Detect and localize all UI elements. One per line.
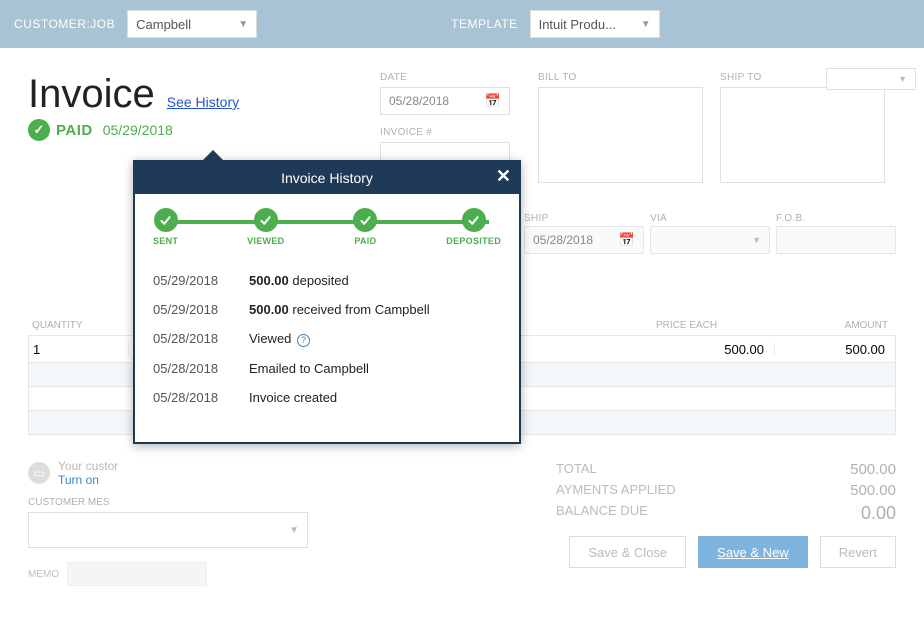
checkmark-icon (154, 208, 178, 232)
history-text: Invoice created (249, 390, 337, 405)
via-label: VIA (650, 213, 770, 224)
info-icon[interactable]: ? (297, 334, 310, 347)
customer-message-label: CUSTOMER MES (28, 497, 308, 508)
cell-amount: 500.00 (775, 342, 895, 357)
payments-label: AYMENTS APPLIED (556, 482, 676, 499)
ship-to-dropdown[interactable]: ▼ (826, 68, 916, 90)
history-date: 05/29/2018 (153, 302, 231, 317)
checkmark-icon (353, 208, 377, 232)
turn-on-link[interactable]: Turn on (58, 473, 99, 487)
col-price: PRICE EACH (656, 320, 776, 331)
bill-to-input[interactable] (538, 87, 703, 183)
history-row: 05/29/2018 500.00 received from Campbell (153, 295, 501, 324)
history-date: 05/28/2018 (153, 331, 231, 347)
timeline-step-paid: PAID (353, 208, 377, 246)
checkmark-icon (462, 208, 486, 232)
save-close-button[interactable]: Save & Close (569, 536, 686, 568)
page-title: Invoice (28, 72, 155, 117)
col-quantity: QUANTITY (28, 320, 128, 331)
revert-button[interactable]: Revert (820, 536, 896, 568)
history-text: Viewed ? (249, 331, 310, 347)
paid-label: PAID (56, 122, 93, 139)
checkmark-icon: ✓ (28, 119, 50, 141)
via-select[interactable]: ▼ (650, 226, 770, 254)
chevron-down-icon: ▼ (641, 19, 651, 30)
see-history-link[interactable]: See History (167, 94, 239, 110)
history-date: 05/28/2018 (153, 361, 231, 376)
paid-date: 05/29/2018 (103, 122, 173, 138)
popup-title: Invoice History (281, 170, 373, 186)
close-icon[interactable]: ✕ (496, 166, 511, 187)
online-pay-text: Your custor (58, 459, 118, 473)
history-list: 05/29/2018 500.00 deposited 05/29/2018 500.… (135, 252, 519, 442)
chevron-down-icon: ▼ (752, 235, 761, 245)
top-bar: CUSTOMER:JOB Campbell ▼ TEMPLATE Intuit … (0, 0, 924, 48)
balance-label: BALANCE DUE (556, 503, 648, 524)
popup-header: Invoice History ✕ (135, 162, 519, 194)
col-amount: AMOUNT (776, 320, 896, 331)
history-row: 05/29/2018 500.00 deposited (153, 266, 501, 295)
customer-job-value: Campbell (136, 17, 191, 32)
history-date: 05/29/2018 (153, 273, 231, 288)
total-value: 500.00 (850, 461, 896, 478)
total-label: TOTAL (556, 461, 597, 478)
invoice-no-label: INVOICE # (380, 127, 510, 138)
memo-label: MEMO (28, 569, 59, 580)
ship-date-input[interactable]: 05/28/2018 📅 (524, 226, 644, 254)
date-input[interactable]: 05/28/2018 📅 (380, 87, 510, 115)
payments-value: 500.00 (850, 482, 896, 499)
save-new-button[interactable]: Save & New (698, 536, 808, 568)
chevron-down-icon: ▼ (898, 74, 907, 84)
timeline-step-deposited: DEPOSITED (446, 208, 501, 246)
history-row: 05/28/2018 Viewed ? (153, 324, 501, 354)
ship-to-input[interactable] (720, 87, 885, 183)
bill-to-label: BILL TO (538, 72, 703, 83)
customer-job-label: CUSTOMER:JOB (14, 17, 115, 31)
history-text: Emailed to Campbell (249, 361, 369, 376)
cell-qty: 1 (29, 342, 129, 357)
card-icon: ▭ (28, 462, 50, 484)
customer-job-select[interactable]: Campbell ▼ (127, 10, 257, 38)
timeline-step-viewed: VIEWED (247, 208, 284, 246)
calendar-icon: 📅 (619, 232, 635, 248)
balance-value: 0.00 (861, 503, 896, 524)
chevron-down-icon: ▼ (289, 525, 299, 536)
fob-input[interactable] (776, 226, 896, 254)
timeline-step-sent: SENT (153, 208, 178, 246)
history-row: 05/28/2018 Emailed to Campbell (153, 354, 501, 383)
history-date: 05/28/2018 (153, 390, 231, 405)
customer-message-select[interactable]: ▼ (28, 512, 308, 548)
checkmark-icon (254, 208, 278, 232)
cell-price: 500.00 (655, 342, 775, 357)
chevron-down-icon: ▼ (238, 19, 248, 30)
ship-label: SHIP (524, 213, 644, 224)
fob-label: F.O.B. (776, 213, 896, 224)
history-text: 500.00 deposited (249, 273, 349, 288)
history-row: 05/28/2018 Invoice created (153, 383, 501, 412)
history-text: 500.00 received from Campbell (249, 302, 430, 317)
template-label: TEMPLATE (451, 17, 517, 31)
template-select[interactable]: Intuit Produ... ▼ (530, 10, 660, 38)
date-label: DATE (380, 72, 510, 83)
invoice-history-popup: Invoice History ✕ SENT VIEWED PAID DEPOS… (133, 160, 521, 444)
template-value: Intuit Produ... (539, 17, 616, 32)
calendar-icon: 📅 (485, 93, 501, 109)
memo-input[interactable] (67, 562, 207, 586)
